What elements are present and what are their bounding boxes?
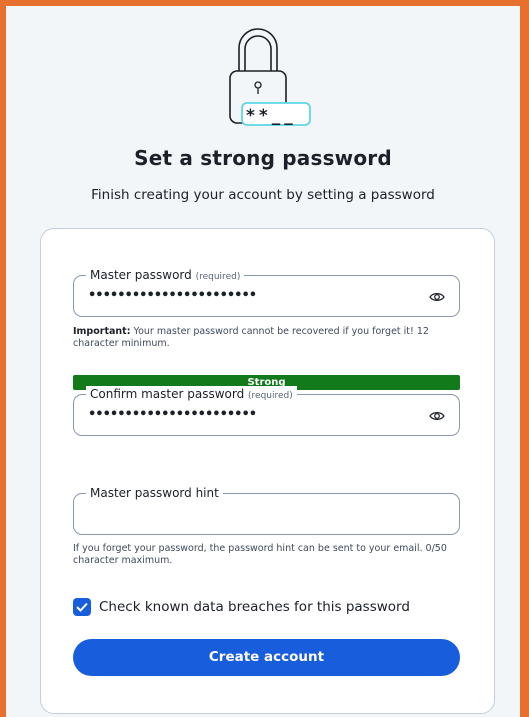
master-password-label: Master password (required) [86,267,245,285]
master-password-label-text: Master password [90,268,192,282]
password-form-card: Master password (required) •••••••••••••… [40,228,495,714]
illustration: **__ [6,14,520,136]
confirm-password-label: Confirm master password (required) [86,386,297,404]
breach-check-label: Check known data breaches for this passw… [99,599,410,615]
breach-check-checkbox[interactable] [73,598,91,616]
illustration-password-text: **__ [246,106,297,126]
eye-icon[interactable] [429,289,445,303]
check-icon [76,602,88,612]
create-account-button[interactable]: Create account [73,639,460,676]
confirm-password-field[interactable]: Confirm master password (required) •••••… [73,386,460,436]
password-hint-helper: If you forget your password, the passwor… [73,543,447,566]
important-label: Important: [73,326,131,337]
master-password-helper: Important: Your master password cannot b… [73,326,468,350]
confirm-password-label-text: Confirm master password [90,387,245,401]
padlock-with-password-icon: **__ [229,28,311,126]
required-tag: (required) [248,391,293,401]
eye-icon[interactable] [429,408,445,422]
master-password-value: ••••••••••••••••••••••• [88,288,257,303]
breach-check-row[interactable]: Check known data breaches for this passw… [73,597,410,617]
password-hint-label: Master password hint [86,485,223,501]
confirm-password-value: ••••••••••••••••••••••• [88,407,257,422]
page-subtitle: Finish creating your account by setting … [91,187,435,203]
page: **__ Set a strong password Finish creati… [6,6,520,717]
master-password-field[interactable]: Master password (required) •••••••••••••… [73,267,460,317]
required-tag: (required) [195,272,241,282]
page-title: Set a strong password [134,146,392,170]
password-hint-field[interactable]: Master password hint [73,485,460,535]
